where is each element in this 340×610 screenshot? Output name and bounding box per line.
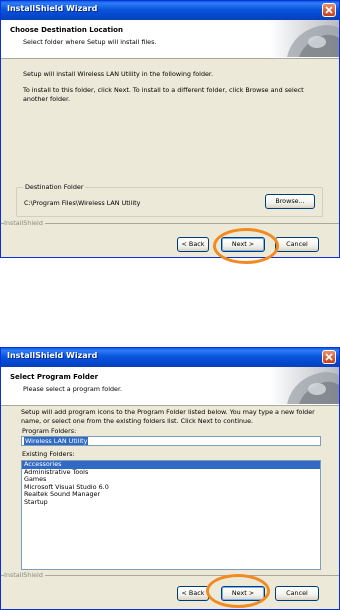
cancel-button[interactable]: Cancel [275,586,319,601]
back-button[interactable]: < Back [177,237,209,252]
separator [1,223,339,224]
back-button[interactable]: < Back [177,586,209,601]
close-icon [325,353,333,361]
close-icon [325,6,333,14]
destination-folder-group: Destination Folder C:\Program Files\Wire… [16,183,323,217]
destination-path: C:\Program Files\Wireless LAN Utility [24,199,141,207]
body-text-1: Setup will install Wireless LAN Utility … [23,70,213,78]
browse-button[interactable]: Browse... [265,194,315,209]
existing-folders-list[interactable]: Accessories Administrative Tools Games Micr… [21,460,321,570]
existing-folders-label: Existing Folders: [22,450,75,458]
page-subtitle: Select folder where Setup will install f… [23,38,157,46]
installshield-window-program-folder: InstallShield Wizard Select Program Fold… [0,347,340,610]
window-title: InstallShield Wizard [7,4,98,13]
program-folder-input[interactable]: Wireless LAN Utility [21,436,321,446]
title-bar: InstallShield Wizard [1,1,339,20]
title-bar: InstallShield Wizard [1,348,339,367]
close-button[interactable] [322,350,336,364]
body-text-2: To install to this folder, click Next. T… [23,86,304,103]
folder-list-item[interactable]: Administrative Tools [22,468,320,477]
installshield-window-destination: InstallShield Wizard Choose Destination … [0,0,340,264]
separator [1,575,339,576]
folder-list-item[interactable]: Realtek Sound Manager [22,491,320,499]
wizard-header: Choose Destination Location Select folde… [1,20,339,59]
highlight-circle [213,228,279,264]
wizard-header: Select Program Folder Please select a pr… [1,367,339,406]
highlight-circle [206,574,270,608]
installshield-label: InstallShield [4,219,45,227]
installshield-logo-art [269,367,339,404]
close-button[interactable] [322,3,336,17]
program-folder-value: Wireless LAN Utility [24,437,89,445]
installshield-label: InstallShield [4,571,45,579]
page-title: Choose Destination Location [10,26,123,34]
program-folders-label: Program Folders: [22,427,77,435]
installshield-logo-art [269,20,339,57]
page-subtitle: Please select a program folder. [23,385,123,393]
page-title: Select Program Folder [10,373,99,381]
window-title: InstallShield Wizard [7,351,98,360]
body-text: Setup will add program icons to the Prog… [21,408,315,425]
group-label: Destination Folder [23,183,86,191]
folder-list-item[interactable]: Startup [22,498,320,507]
cancel-button[interactable]: Cancel [275,237,319,252]
